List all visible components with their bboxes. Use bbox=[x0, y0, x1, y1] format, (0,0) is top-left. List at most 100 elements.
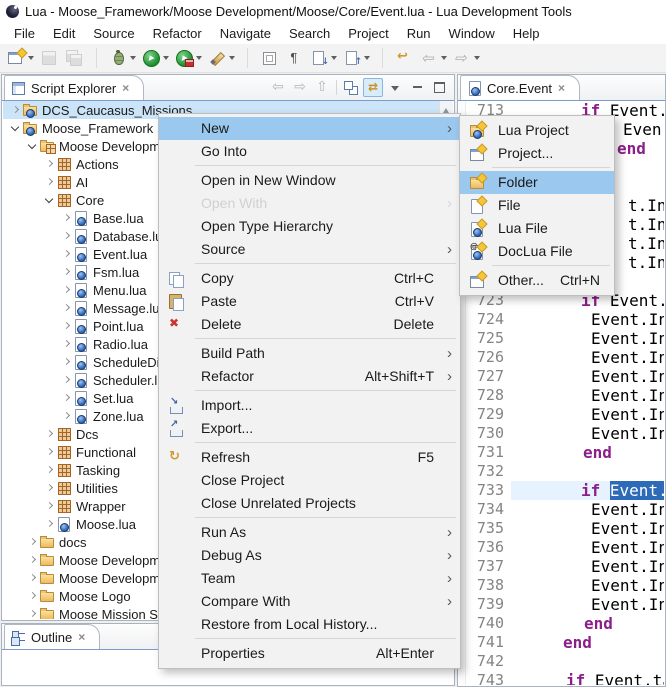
code-line-743[interactable]: if Event.tar bbox=[511, 671, 664, 685]
dropdown-caret-icon[interactable] bbox=[28, 56, 34, 63]
new-wizard-button[interactable] bbox=[5, 48, 36, 68]
context-menu-item-debug-as[interactable]: Debug As› bbox=[159, 544, 460, 567]
dropdown-caret-icon[interactable] bbox=[229, 56, 235, 63]
chevron-collapsed-icon[interactable] bbox=[60, 389, 73, 407]
chevron-collapsed-icon[interactable] bbox=[43, 479, 56, 497]
chevron-collapsed-icon[interactable] bbox=[60, 317, 73, 335]
chevron-collapsed-icon[interactable] bbox=[26, 533, 39, 551]
back-button[interactable] bbox=[418, 48, 449, 68]
menu-source[interactable]: Source bbox=[85, 24, 142, 43]
code-line-734[interactable]: Event.Ini bbox=[511, 500, 664, 519]
context-menu-item-run-as[interactable]: Run As› bbox=[159, 521, 460, 544]
tab-outline[interactable]: Outline × bbox=[4, 624, 100, 649]
minimize-icon[interactable] bbox=[407, 78, 427, 97]
chevron-collapsed-icon[interactable] bbox=[60, 245, 73, 263]
chevron-collapsed-icon[interactable] bbox=[60, 407, 73, 425]
code-line-732[interactable] bbox=[511, 462, 664, 481]
forward-button[interactable] bbox=[451, 48, 482, 68]
chevron-collapsed-icon[interactable] bbox=[60, 263, 73, 281]
collapse-all-icon[interactable] bbox=[341, 78, 361, 97]
chevron-collapsed-icon[interactable] bbox=[9, 101, 22, 119]
dropdown-caret-icon[interactable] bbox=[331, 56, 337, 63]
up-icon[interactable] bbox=[312, 78, 332, 97]
chevron-collapsed-icon[interactable] bbox=[43, 497, 56, 515]
maximize-icon[interactable] bbox=[429, 78, 449, 97]
back-icon[interactable] bbox=[268, 78, 288, 97]
chevron-collapsed-icon[interactable] bbox=[43, 155, 56, 173]
submenu-item-file[interactable]: File bbox=[460, 194, 614, 217]
context-menu-item-build-path[interactable]: Build Path› bbox=[159, 342, 460, 365]
chevron-collapsed-icon[interactable] bbox=[43, 443, 56, 461]
submenu-item-folder[interactable]: Folder bbox=[460, 171, 614, 194]
chevron-collapsed-icon[interactable] bbox=[60, 227, 73, 245]
menu-navigate[interactable]: Navigate bbox=[212, 24, 279, 43]
code-line-740[interactable]: end bbox=[511, 614, 664, 633]
context-menu-item-delete[interactable]: DeleteDelete bbox=[159, 313, 460, 336]
context-menu-item-go-into[interactable]: Go Into bbox=[159, 140, 460, 163]
menu-file[interactable]: File bbox=[6, 24, 43, 43]
code-line-737[interactable]: Event.Ini bbox=[511, 557, 664, 576]
code-line-736[interactable]: Event.Ini bbox=[511, 538, 664, 557]
next-annotation-button[interactable] bbox=[308, 48, 339, 68]
context-menu-item-compare-with[interactable]: Compare With› bbox=[159, 590, 460, 613]
chevron-collapsed-icon[interactable] bbox=[60, 335, 73, 353]
code-line-733[interactable]: if Event.Ini bbox=[511, 481, 664, 500]
code-line-742[interactable] bbox=[511, 652, 664, 671]
context-menu-item-import[interactable]: Import... bbox=[159, 394, 460, 417]
menu-window[interactable]: Window bbox=[441, 24, 503, 43]
dropdown-caret-icon[interactable] bbox=[364, 56, 370, 63]
submenu-item-lua-file[interactable]: Lua File bbox=[460, 217, 614, 240]
view-menu-icon[interactable] bbox=[385, 78, 405, 97]
context-menu-item-team[interactable]: Team› bbox=[159, 567, 460, 590]
submenu-item-doclua-file[interactable]: DocLua File bbox=[460, 240, 614, 263]
chevron-collapsed-icon[interactable] bbox=[43, 515, 56, 533]
close-icon[interactable]: × bbox=[558, 81, 565, 95]
dropdown-caret-icon[interactable] bbox=[441, 56, 447, 63]
chevron-collapsed-icon[interactable] bbox=[43, 461, 56, 479]
context-menu-item-refactor[interactable]: RefactorAlt+Shift+T› bbox=[159, 365, 460, 388]
menu-refactor[interactable]: Refactor bbox=[145, 24, 210, 43]
context-menu-item-restore-from-local-history[interactable]: Restore from Local History... bbox=[159, 613, 460, 636]
close-icon[interactable]: × bbox=[122, 81, 129, 95]
chevron-collapsed-icon[interactable] bbox=[60, 371, 73, 389]
chevron-expanded-icon[interactable] bbox=[9, 119, 22, 137]
chevron-collapsed-icon[interactable] bbox=[26, 551, 39, 569]
code-line-738[interactable]: Event.Ini bbox=[511, 576, 664, 595]
tab-core-event[interactable]: Core.Event × bbox=[460, 75, 580, 100]
context-menu-item-new[interactable]: New› bbox=[159, 117, 460, 140]
code-line-725[interactable]: Event.Ini bbox=[511, 329, 664, 348]
context-menu-item-open-type-hierarchy[interactable]: Open Type Hierarchy bbox=[159, 215, 460, 238]
code-line-724[interactable]: Event.Ini bbox=[511, 310, 664, 329]
debug-button[interactable] bbox=[107, 48, 138, 68]
context-menu-item-open-in-new-window[interactable]: Open in New Window bbox=[159, 169, 460, 192]
forward-icon[interactable] bbox=[290, 78, 310, 97]
code-line-731[interactable]: end bbox=[511, 443, 664, 462]
context-menu-item-export[interactable]: Export... bbox=[159, 417, 460, 440]
menu-search[interactable]: Search bbox=[281, 24, 338, 43]
chevron-collapsed-icon[interactable] bbox=[43, 173, 56, 191]
chevron-collapsed-icon[interactable] bbox=[60, 299, 73, 317]
dropdown-caret-icon[interactable] bbox=[130, 56, 136, 63]
chevron-collapsed-icon[interactable] bbox=[60, 281, 73, 299]
chevron-collapsed-icon[interactable] bbox=[60, 353, 73, 371]
link-with-editor-icon[interactable] bbox=[363, 78, 383, 97]
code-line-728[interactable]: Event.Ini bbox=[511, 386, 664, 405]
code-line-726[interactable]: Event.Ini bbox=[511, 348, 664, 367]
last-edit-location-button[interactable] bbox=[393, 48, 416, 68]
menu-project[interactable]: Project bbox=[340, 24, 396, 43]
scroll-up-icon[interactable] bbox=[443, 105, 449, 113]
close-icon[interactable]: × bbox=[78, 630, 85, 644]
run-button[interactable] bbox=[140, 48, 171, 68]
chevron-collapsed-icon[interactable] bbox=[26, 605, 39, 619]
context-menu-item-source[interactable]: Source› bbox=[159, 238, 460, 261]
context-menu-item-copy[interactable]: CopyCtrl+C bbox=[159, 267, 460, 290]
chevron-collapsed-icon[interactable] bbox=[26, 569, 39, 587]
dropdown-caret-icon[interactable] bbox=[196, 56, 202, 63]
submenu-item-other[interactable]: Other...Ctrl+N bbox=[460, 269, 614, 292]
chevron-expanded-icon[interactable] bbox=[26, 137, 39, 155]
context-menu-item-close-unrelated-projects[interactable]: Close Unrelated Projects bbox=[159, 492, 460, 515]
code-line-729[interactable]: Event.Ini bbox=[511, 405, 664, 424]
tab-script-explorer[interactable]: Script Explorer × bbox=[4, 75, 144, 100]
code-line-739[interactable]: Event.Ini bbox=[511, 595, 664, 614]
chevron-collapsed-icon[interactable] bbox=[26, 587, 39, 605]
